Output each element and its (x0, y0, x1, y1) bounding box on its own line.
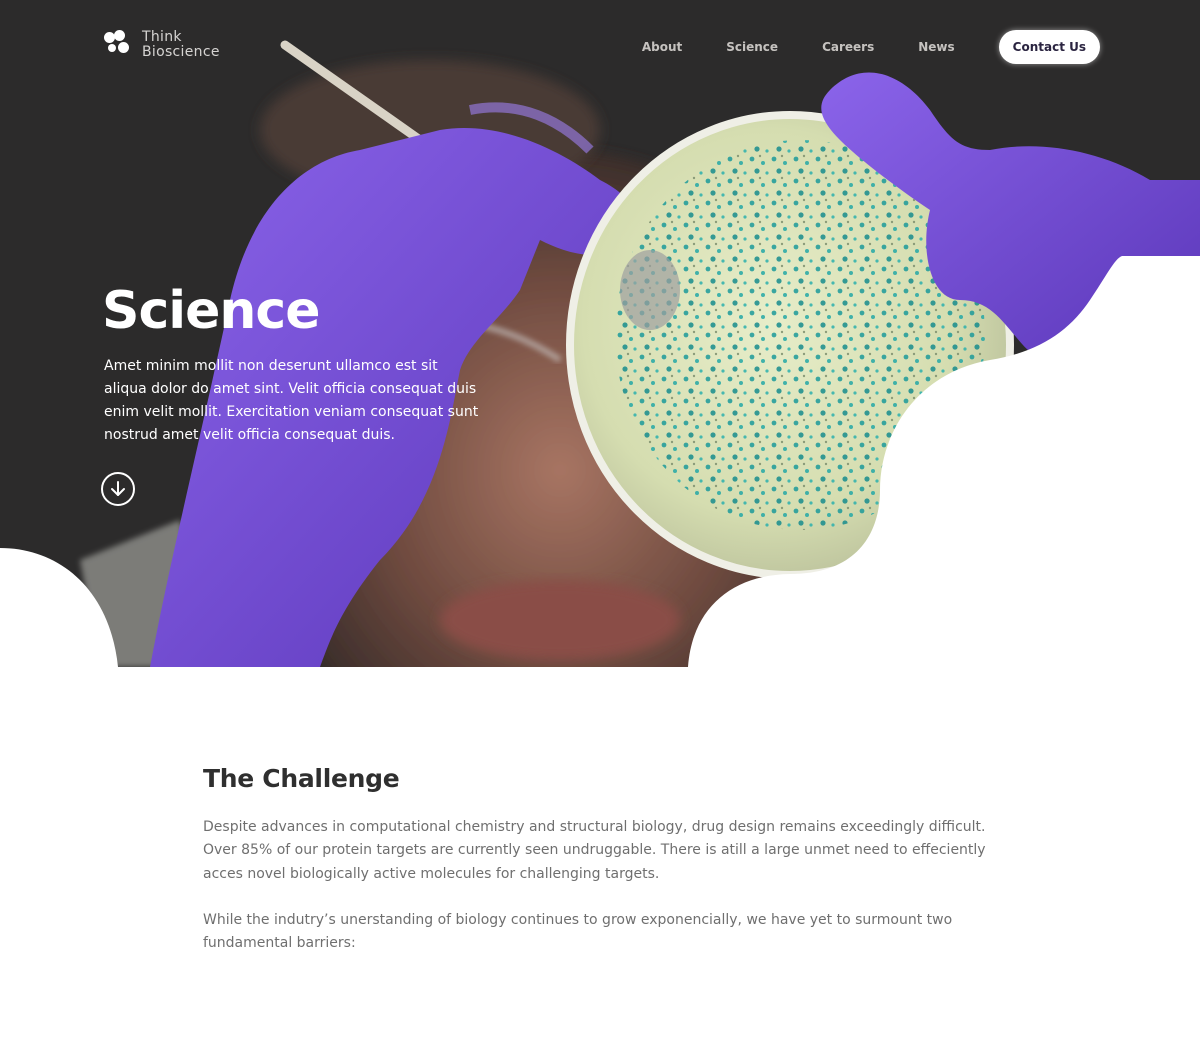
brand-name: Think Bioscience (142, 30, 220, 60)
nav-link-science[interactable]: Science (726, 40, 778, 54)
brand-line-2: Bioscience (142, 44, 220, 60)
challenge-paragraph-2: While the indutry’s unerstanding of biol… (203, 911, 953, 952)
hero-description: Amet minim mollit non deserunt ullamco e… (104, 358, 479, 443)
nav-link-about[interactable]: About (642, 40, 682, 54)
nav-link-careers[interactable]: Careers (822, 40, 874, 54)
hero-title: Science (102, 281, 320, 341)
brand-line-1: Think (142, 29, 182, 45)
challenge-section: The Challenge Despite advances in comput… (203, 764, 993, 955)
main-nav: About Science Careers News Contact Us (642, 30, 1100, 64)
nav-link-news[interactable]: News (918, 40, 954, 54)
contact-us-button[interactable]: Contact Us (998, 30, 1100, 64)
challenge-paragraph-1: Despite advances in computational chemis… (203, 819, 986, 882)
scroll-down-button[interactable] (101, 472, 135, 506)
logo-mark-icon (104, 30, 134, 60)
hero-section: Think Bioscience About Science Careers N… (0, 0, 1200, 667)
arrow-down-icon (111, 481, 125, 496)
section-title: The Challenge (203, 764, 400, 793)
brand-logo[interactable]: Think Bioscience (104, 30, 220, 60)
